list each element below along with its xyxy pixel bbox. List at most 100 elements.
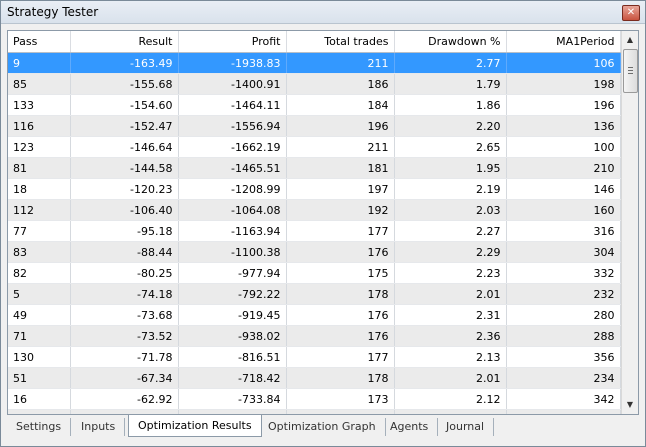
- cell-profit: -733.84: [178, 388, 287, 410]
- cell-ma1period: 316: [506, 220, 621, 242]
- strategy-tester-window: Strategy Tester ✕ Pass Result Profit Tot…: [0, 0, 646, 447]
- cell-drawdown: 2.01: [394, 283, 507, 305]
- table-row[interactable]: 5 -74.18 -792.22 178 2.01 232: [8, 283, 621, 305]
- cell-ma1period: 198: [506, 73, 621, 95]
- cell-pass: 85: [8, 73, 71, 95]
- tab-agents[interactable]: Agents: [381, 418, 439, 436]
- column-header-pass[interactable]: Pass: [8, 31, 71, 53]
- cell-ma1period: 280: [506, 304, 621, 326]
- cell-ma1period: 196: [506, 94, 621, 116]
- cell-drawdown: 2.36: [394, 325, 507, 347]
- table-row[interactable]: 85 -155.68 -1400.91 186 1.79 198: [8, 73, 621, 95]
- table-row[interactable]: 77 -95.18 -1163.94 177 2.27 316: [8, 220, 621, 242]
- tab-journal[interactable]: Journal: [437, 418, 495, 436]
- cell-ma1period: 234: [506, 367, 621, 389]
- table-row[interactable]: 83 -88.44 -1100.38 176 2.29 304: [8, 241, 621, 263]
- table-row[interactable]: 49 -73.68 -919.45 176 2.31 280: [8, 304, 621, 326]
- cell-drawdown: 2.03: [394, 199, 507, 221]
- cell-pass: 130: [8, 346, 71, 368]
- table-row[interactable]: 116 -152.47 -1556.94 196 2.20 136: [8, 115, 621, 137]
- scrollbar-thumb[interactable]: [623, 49, 638, 93]
- cell-profit: -1163.94: [178, 220, 287, 242]
- table-row[interactable]: 82 -80.25 -977.94 175 2.23 332: [8, 262, 621, 284]
- cell-ma1period: 304: [506, 241, 621, 263]
- cell-drawdown: 2.77: [394, 52, 507, 74]
- cell-total-trades: 178: [286, 367, 395, 389]
- scroll-down-arrow-icon[interactable]: ▼: [623, 398, 637, 412]
- cell-total-trades: 178: [286, 283, 395, 305]
- table-row[interactable]: 81 -144.58 -1465.51 181 1.95 210: [8, 157, 621, 179]
- cell-drawdown: 2.13: [394, 346, 507, 368]
- column-header-drawdown[interactable]: Drawdown %: [394, 31, 507, 53]
- column-header-profit[interactable]: Profit: [178, 31, 287, 53]
- tab-optimization-graph[interactable]: Optimization Graph: [259, 418, 386, 436]
- cell-result: -67.34: [70, 367, 179, 389]
- cell-total-trades: 211: [286, 52, 395, 74]
- tab-inputs[interactable]: Inputs: [72, 418, 126, 436]
- cell-ma1period: 106: [506, 52, 621, 74]
- cell-result: -144.58: [70, 157, 179, 179]
- close-button[interactable]: ✕: [622, 5, 640, 21]
- column-header-ma1period[interactable]: MA1Period: [506, 31, 621, 53]
- cell-result: -62.92: [70, 388, 179, 410]
- cell-profit: -1465.51: [178, 157, 287, 179]
- cell-pass: 81: [8, 157, 71, 179]
- cell-drawdown: 2.65: [394, 136, 507, 158]
- table-row[interactable]: 16 -62.92 -733.84 173 2.12 342: [8, 388, 621, 410]
- cell-drawdown: 1.86: [394, 94, 507, 116]
- cell-drawdown: 1.95: [394, 157, 507, 179]
- table-row[interactable]: 130 -71.78 -816.51 177 2.13 356: [8, 346, 621, 368]
- cell-profit: -977.94: [178, 262, 287, 284]
- cell-result: -95.18: [70, 220, 179, 242]
- cell-total-trades: 184: [286, 94, 395, 116]
- table-row[interactable]: 123 -146.64 -1662.19 211 2.65 100: [8, 136, 621, 158]
- cell-profit: -1208.99: [178, 178, 287, 200]
- cell-pass: 133: [8, 94, 71, 116]
- cell-profit: -1100.38: [178, 241, 287, 263]
- window-title: Strategy Tester: [7, 5, 99, 19]
- column-header-total-trades[interactable]: Total trades: [286, 31, 395, 53]
- cell-profit: -1464.11: [178, 94, 287, 116]
- cell-result: -71.78: [70, 346, 179, 368]
- cell-profit: -1556.94: [178, 115, 287, 137]
- cell-total-trades: 176: [286, 325, 395, 347]
- cell-profit: -1064.08: [178, 199, 287, 221]
- cell-total-trades: 175: [286, 262, 395, 284]
- table-row[interactable]: 112 -106.40 -1064.08 192 2.03 160: [8, 199, 621, 221]
- table-row[interactable]: 71 -73.52 -938.02 176 2.36 288: [8, 325, 621, 347]
- cell-pass: 18: [8, 178, 71, 200]
- cell-result: -106.40: [70, 199, 179, 221]
- cell-ma1period: 232: [506, 283, 621, 305]
- cell-drawdown: 1.79: [394, 73, 507, 95]
- cell-pass: 71: [8, 325, 71, 347]
- optimization-results-table: Pass Result Profit Total trades Drawdown…: [7, 30, 639, 415]
- cell-profit: -919.45: [178, 304, 287, 326]
- cell-pass: 51: [8, 367, 71, 389]
- scroll-up-arrow-icon[interactable]: ▲: [623, 33, 637, 47]
- cell-total-trades: 176: [286, 241, 395, 263]
- cell-ma1period: 342: [506, 388, 621, 410]
- cell-drawdown: 2.19: [394, 178, 507, 200]
- table-row[interactable]: 51 -67.34 -718.42 178 2.01 234: [8, 367, 621, 389]
- vertical-scrollbar[interactable]: ▲ ▼: [621, 31, 638, 414]
- cell-result: -73.68: [70, 304, 179, 326]
- title-bar[interactable]: Strategy Tester ✕: [1, 1, 645, 24]
- cell-result: -120.23: [70, 178, 179, 200]
- cell-result: -163.49: [70, 52, 179, 74]
- table-row[interactable]: 18 -120.23 -1208.99 197 2.19 146: [8, 178, 621, 200]
- tab-optimization-results[interactable]: Optimization Results: [128, 415, 262, 437]
- cell-pass: 9: [8, 52, 71, 74]
- cell-ma1period: 146: [506, 178, 621, 200]
- table-header-row: Pass Result Profit Total trades Drawdown…: [8, 31, 621, 53]
- cell-ma1period: 210: [506, 157, 621, 179]
- cell-drawdown: 2.23: [394, 262, 507, 284]
- column-header-result[interactable]: Result: [70, 31, 179, 53]
- cell-ma1period: 288: [506, 325, 621, 347]
- tab-settings[interactable]: Settings: [7, 418, 72, 436]
- cell-total-trades: 177: [286, 220, 395, 242]
- cell-result: -88.44: [70, 241, 179, 263]
- table-row[interactable]: 9 -163.49 -1938.83 211 2.77 106: [8, 52, 621, 74]
- cell-result: -80.25: [70, 262, 179, 284]
- table-row[interactable]: 133 -154.60 -1464.11 184 1.86 196: [8, 94, 621, 116]
- cell-result: -73.52: [70, 325, 179, 347]
